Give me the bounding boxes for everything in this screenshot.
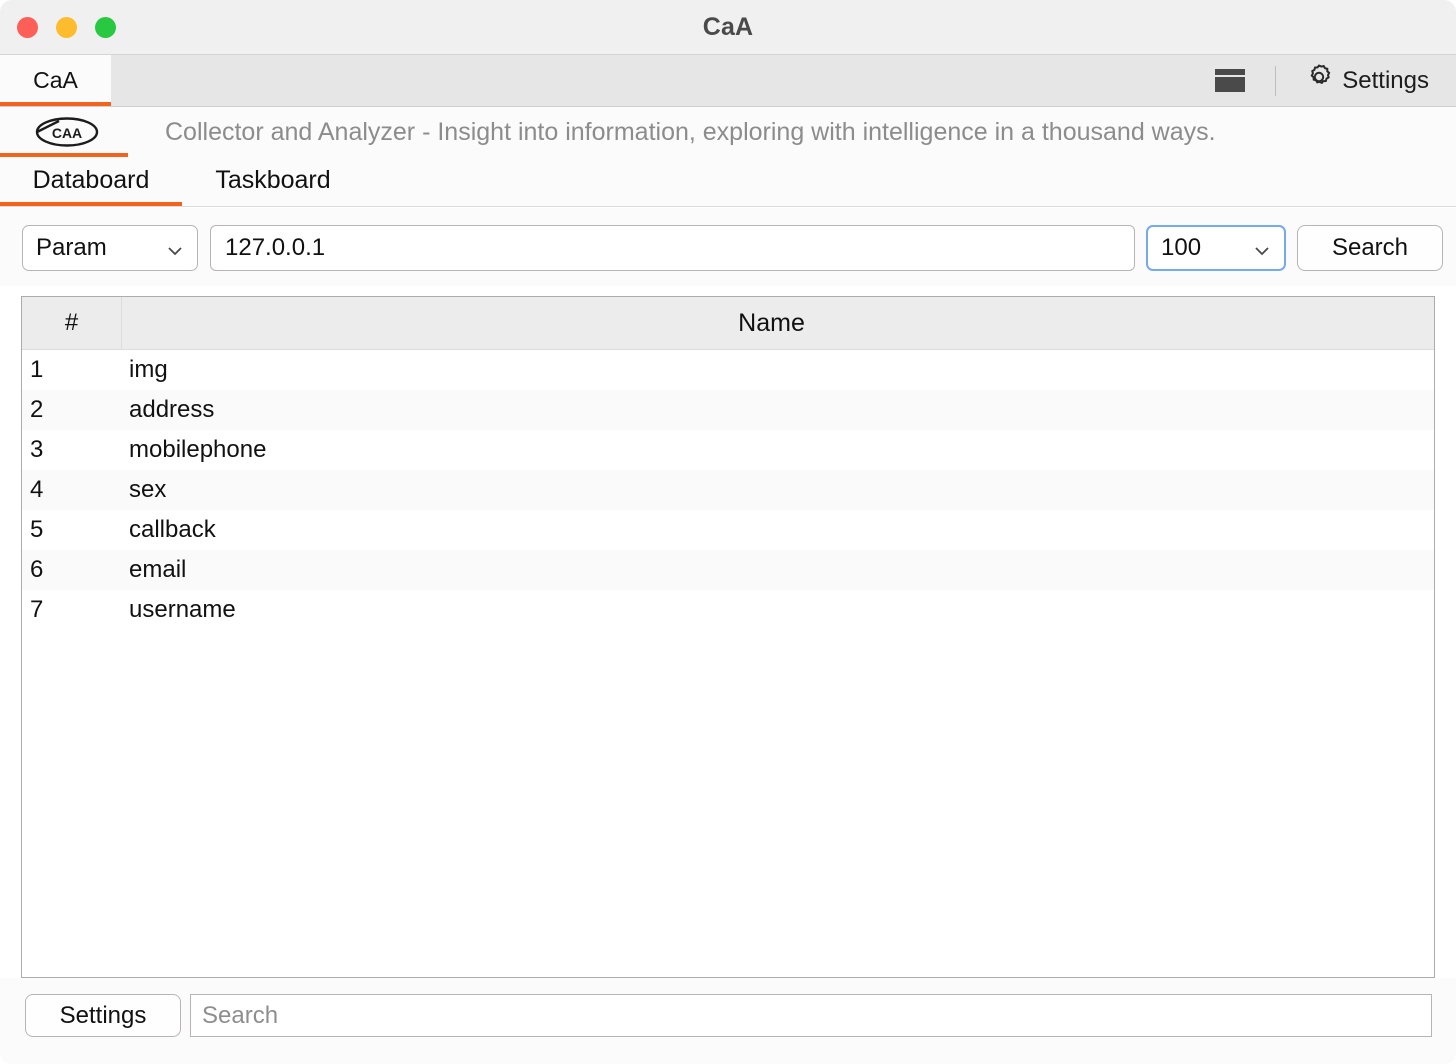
chevron-down-icon [166, 239, 184, 257]
table-row[interactable]: 3 mobilephone [22, 430, 1434, 470]
minimize-button[interactable] [56, 17, 77, 38]
param-select[interactable]: Param [22, 225, 198, 271]
app-tagline: Collector and Analyzer - Insight into in… [165, 118, 1216, 146]
tab-databoard[interactable]: Databoard [0, 157, 182, 206]
databoard-active-indicator [0, 202, 182, 206]
table-row[interactable]: 4 sex [22, 470, 1434, 510]
target-input-value: 127.0.0.1 [225, 234, 326, 261]
table-row[interactable]: 2 address [22, 390, 1434, 430]
maximize-button[interactable] [95, 17, 116, 38]
search-button[interactable]: Search [1297, 225, 1443, 271]
bottom-search-placeholder: Search [202, 1001, 279, 1029]
settings-button-bottom-label: Settings [59, 1001, 147, 1029]
tab-taskboard-label: Taskboard [215, 166, 331, 194]
table-cell-index: 1 [30, 356, 44, 383]
close-button[interactable] [17, 17, 38, 38]
title-bar: CaA [0, 0, 1456, 55]
app-tab-strip: CaA Settings [0, 55, 1456, 107]
settings-button-top[interactable]: Settings [1305, 63, 1429, 98]
column-header-index[interactable]: # [22, 297, 122, 349]
column-header-name[interactable]: Name [122, 297, 1421, 349]
table-cell-index: 3 [30, 436, 44, 463]
search-button-label: Search [1331, 234, 1409, 261]
table-row[interactable]: 7 username [22, 590, 1434, 630]
target-input[interactable]: 127.0.0.1 [210, 225, 1135, 271]
board-tabs: Databoard Taskboard [0, 157, 1456, 207]
svg-text:CAA: CAA [52, 125, 82, 141]
table-cell-index: 7 [30, 596, 44, 623]
app-tab-caa[interactable]: CaA [0, 55, 111, 106]
table-cell-name: img [129, 356, 168, 383]
table-cell-name: mobilephone [129, 436, 267, 463]
bottom-search-input[interactable]: Search [190, 994, 1432, 1037]
app-tab-label: CaA [33, 67, 78, 93]
gear-icon [1305, 63, 1333, 98]
table-row[interactable]: 6 email [22, 550, 1434, 590]
param-select-value: Param [36, 234, 107, 261]
result-count-value: 100 [1161, 234, 1202, 261]
table-body: 1 img 2 address 3 mobilephone 4 sex 5 callback 6 em… [22, 350, 1434, 630]
bottom-bar: Settings Search [0, 978, 1456, 1064]
settings-button-bottom[interactable]: Settings [25, 994, 181, 1037]
settings-label-top: Settings [1342, 66, 1429, 94]
results-table: # Name 1 img 2 address 3 mobilephone 4 sex 5 call… [21, 296, 1435, 978]
table-cell-name: sex [129, 476, 167, 503]
panel-layout-icon[interactable] [1215, 69, 1246, 92]
table-cell-name: email [129, 556, 187, 583]
table-row[interactable]: 1 img [22, 350, 1434, 390]
table-vertical-scrollbar[interactable] [1419, 297, 1434, 977]
table-cell-index: 4 [30, 476, 44, 503]
tab-databoard-label: Databoard [32, 166, 150, 194]
table-cell-index: 2 [30, 396, 44, 423]
table-header: # Name [22, 297, 1434, 350]
table-cell-index: 6 [30, 556, 44, 583]
window-title: CaA [702, 13, 754, 41]
toolbar-divider [1275, 65, 1277, 96]
active-tab-indicator [0, 102, 111, 106]
search-row: Param 127.0.0.1 100 Search [0, 208, 1456, 286]
chevron-down-icon [1253, 239, 1271, 257]
table-cell-name: address [129, 396, 215, 423]
tab-taskboard[interactable]: Taskboard [182, 157, 364, 206]
toolbar-actions: Settings [1215, 55, 1456, 106]
app-window: CaA CaA Settings CAA Collector and Analy… [0, 0, 1456, 1064]
result-count-select[interactable]: 100 [1146, 225, 1286, 271]
window-controls [17, 17, 116, 38]
caa-logo-icon: CAA [33, 115, 101, 149]
table-cell-name: callback [129, 516, 216, 543]
table-row[interactable]: 5 callback [22, 510, 1434, 550]
table-cell-name: username [129, 596, 236, 623]
brand-row: CAA Collector and Analyzer - Insight int… [0, 107, 1456, 157]
table-cell-index: 5 [30, 516, 44, 543]
